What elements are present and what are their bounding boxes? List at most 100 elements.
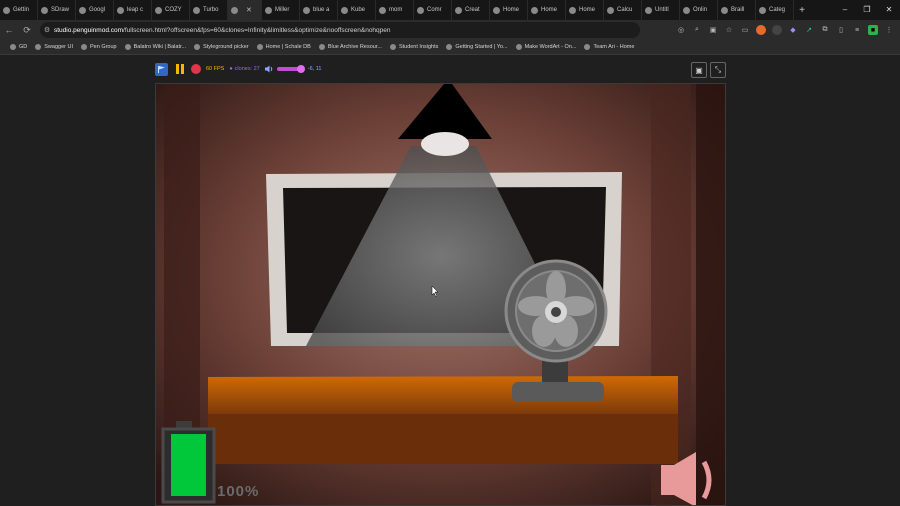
extension-purple-icon[interactable]: ◆ <box>788 25 798 35</box>
bookmark-label: Pen Group <box>90 44 117 50</box>
bookmark-item[interactable]: Home | Schale DB <box>256 44 311 50</box>
bookmark-item[interactable]: Student Insights <box>389 44 438 50</box>
browser-tab[interactable]: Onlin <box>680 0 718 20</box>
lamp-bulb <box>421 132 469 156</box>
extensions-icon[interactable]: ⧉ <box>820 25 830 35</box>
browser-tab[interactable]: Home <box>528 0 566 20</box>
window-controls: – ❐ ✕ <box>834 0 900 20</box>
browser-tab[interactable]: Braill <box>718 0 756 20</box>
browser-tab[interactable]: Turbo <box>190 0 228 20</box>
extension-dark-icon[interactable] <box>772 25 782 35</box>
menu-icon[interactable]: ⋮ <box>884 25 894 35</box>
browser-tab[interactable]: SDraw <box>38 0 76 20</box>
game-stage[interactable] <box>155 83 726 506</box>
tab-strip: Gettin SDraw Googl leap c COZY Turbo ✕ Miller bl… <box>0 0 900 20</box>
tab-label: Home <box>579 7 596 13</box>
address-bar[interactable]: ⚙ studio.penguinmod.com/fullscreen.html?… <box>40 22 640 38</box>
tab-label: Onlin <box>693 7 708 13</box>
bookmark-item[interactable]: Blue Archive Resour... <box>318 44 382 50</box>
tab-favicon-icon <box>265 6 272 14</box>
bookmark-item[interactable]: GD <box>10 44 27 50</box>
tab-favicon-icon <box>341 6 348 14</box>
back-icon[interactable]: ← <box>0 25 18 35</box>
browser-tab[interactable]: Miller <box>262 0 300 20</box>
browser-tab[interactable]: mom <box>376 0 414 20</box>
browser-tab[interactable]: Home <box>490 0 528 20</box>
install-icon[interactable]: ▣ <box>708 25 718 35</box>
battery-fill <box>171 434 206 496</box>
close-tab-icon[interactable]: ✕ <box>246 6 252 14</box>
tab-label: Home <box>541 7 558 13</box>
bookmark-label: Make WordArt - On... <box>524 44 577 50</box>
url-domain: studio.penguinmod.com <box>54 26 124 34</box>
bookmark-label: Styleground picker <box>203 44 249 50</box>
tab-favicon-icon <box>379 6 386 14</box>
bookmark-label: Swagger UI <box>44 44 73 50</box>
tab-label: Braill <box>731 7 745 13</box>
side-panel-icon[interactable]: ▯ <box>836 25 846 35</box>
volume-icon <box>264 65 272 73</box>
bookmark-favicon-icon <box>515 44 522 50</box>
stop-button[interactable] <box>191 64 201 74</box>
browser-tab[interactable]: Categ <box>756 0 794 20</box>
tab-favicon-icon <box>721 6 728 14</box>
browser-tab[interactable]: Untitl <box>642 0 680 20</box>
extension-green-icon[interactable]: ↗ <box>804 25 814 35</box>
reload-icon[interactable]: ⟳ <box>18 25 36 36</box>
close-window-button[interactable]: ✕ <box>878 0 900 20</box>
tab-favicon-icon <box>607 6 614 14</box>
new-tab-button[interactable]: + <box>794 5 810 16</box>
pause-button[interactable] <box>173 63 186 76</box>
bookmark-label: GD <box>19 44 28 50</box>
browser-tab[interactable]: ✕ <box>228 0 262 20</box>
bookmark-item[interactable]: Pen Group <box>81 44 117 50</box>
battery-indicator <box>161 421 216 504</box>
browser-tab[interactable]: Calcu <box>604 0 642 20</box>
browser-tab[interactable]: Creat <box>452 0 490 20</box>
tab-favicon-icon <box>759 6 766 14</box>
bookmark-favicon-icon <box>446 44 453 50</box>
player-controls: 60 FPS ● clones: 27 -6, 11 <box>155 60 321 78</box>
bookmark-item[interactable]: Team Ari - Home <box>584 44 634 50</box>
bookmark-item[interactable]: Swagger UI <box>35 44 73 50</box>
tab-label: Googl <box>89 7 106 13</box>
profile-avatar[interactable]: ■ <box>868 25 878 35</box>
bookmark-favicon-icon <box>584 44 591 50</box>
tab-favicon-icon <box>41 6 48 14</box>
tab-favicon-icon <box>79 6 86 14</box>
volume-slider[interactable] <box>276 65 305 73</box>
browser-tab[interactable]: Comr <box>414 0 452 20</box>
extension-orange-icon[interactable] <box>756 25 766 35</box>
browser-tab[interactable]: Googl <box>76 0 114 20</box>
cast-icon[interactable]: ▭ <box>740 25 750 35</box>
browser-tab[interactable]: Gettin <box>0 0 38 20</box>
browser-tab[interactable]: leap c <box>114 0 152 20</box>
lens-icon[interactable]: ◎ <box>676 25 686 35</box>
right-wall <box>696 84 725 505</box>
bookmark-item[interactable]: Getting Started | Yo... <box>446 44 508 50</box>
tab-label: Home <box>503 7 520 13</box>
browser-tab[interactable]: blue a <box>300 0 338 20</box>
tab-favicon-icon <box>493 6 500 14</box>
volume-slider-knob[interactable] <box>296 65 305 73</box>
minimize-button[interactable]: – <box>834 0 856 20</box>
browser-tab[interactable]: Kube <box>338 0 376 20</box>
translate-icon[interactable]: ≡ <box>852 25 862 35</box>
bookmark-label: Team Ari - Home <box>593 44 635 50</box>
browser-tab[interactable]: COZY <box>152 0 190 20</box>
browser-tab[interactable]: Home <box>566 0 604 20</box>
screenshot-button[interactable]: ▣ <box>691 62 707 78</box>
zoom-icon[interactable]: ⌕ <box>692 25 702 35</box>
maximize-button[interactable]: ❐ <box>856 0 878 20</box>
bookmark-favicon-icon <box>81 44 87 50</box>
bookmark-item[interactable]: Balatro Wiki | Balatr... <box>124 44 186 50</box>
volume-control[interactable] <box>264 65 305 73</box>
green-flag-button[interactable] <box>155 62 168 76</box>
fullscreen-exit-button[interactable]: ⤡ <box>710 62 726 78</box>
site-info-icon[interactable]: ⚙ <box>40 26 54 34</box>
game-scene <box>156 84 725 505</box>
bookmark-star-icon[interactable]: ☆ <box>724 25 734 35</box>
clone-icon: ● <box>229 66 233 72</box>
bookmark-item[interactable]: Styleground picker <box>194 44 249 50</box>
bookmark-item[interactable]: Make WordArt - On... <box>515 44 577 50</box>
